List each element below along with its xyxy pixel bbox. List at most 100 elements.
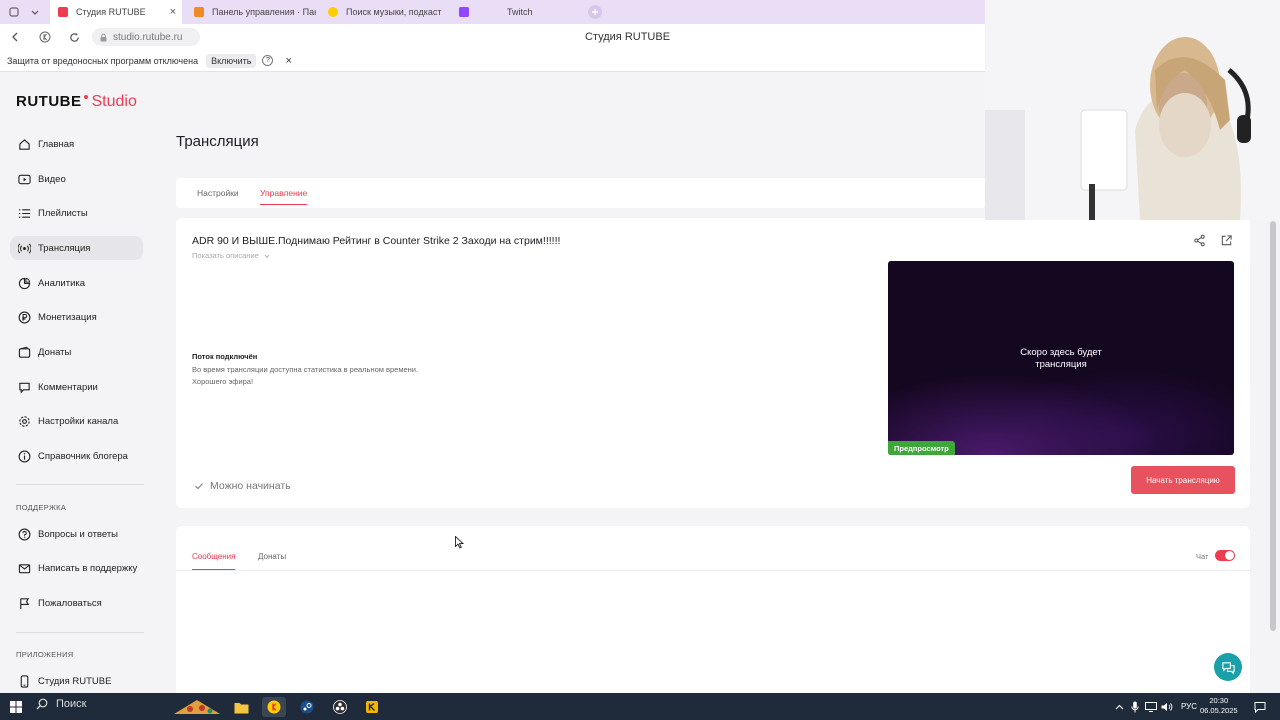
tab-twitch[interactable]: Twitch xyxy=(455,0,575,24)
steam-icon[interactable] xyxy=(297,697,317,717)
language-indicator[interactable]: РУС xyxy=(1181,702,1197,711)
broadcast-tabs: Настройки Управление xyxy=(176,178,986,208)
new-tab-plus-icon[interactable] xyxy=(588,5,602,19)
rutube-studio-logo[interactable]: RUTUBE Studio xyxy=(16,93,137,111)
page-title-text: Студия RUTUBE xyxy=(585,31,671,43)
tab-control-panel[interactable]: Панель управления · Пан xyxy=(188,0,316,24)
url-text: studio.rutube.ru xyxy=(113,31,183,43)
sidebar-item-label: Пожаловаться xyxy=(38,597,102,609)
clock-time: 20:30 xyxy=(1209,696,1229,705)
open-external-icon[interactable] xyxy=(1220,234,1234,248)
windows-start-icon[interactable] xyxy=(6,697,26,717)
checkmark-icon xyxy=(194,481,204,491)
tab-label: Twitch xyxy=(507,7,533,17)
notifications-icon[interactable] xyxy=(1250,697,1270,717)
support-chat-button[interactable] xyxy=(1214,653,1242,681)
app-k-icon[interactable] xyxy=(362,697,382,717)
sidebar-item-label: Плейлисты xyxy=(38,207,88,219)
sidebar-item-label: Справочник блогера xyxy=(38,450,128,462)
logo-product: Studio xyxy=(91,93,137,110)
broadcast-icon xyxy=(17,241,31,255)
clock-date: 06.05.2025 xyxy=(1200,706,1238,715)
tab-studio-rutube[interactable]: Студия RUTUBE × xyxy=(50,0,182,24)
webcam-overlay xyxy=(985,0,1280,220)
phone-icon xyxy=(17,674,31,688)
tab-donations[interactable]: Донаты xyxy=(258,552,286,561)
tab-settings[interactable]: Настройки xyxy=(197,188,239,198)
question-icon xyxy=(17,527,31,541)
start-broadcast-button[interactable]: Начать трансляцию xyxy=(1131,466,1235,494)
sidebar-item-label: Донаты xyxy=(38,346,72,358)
sidebar-item-write-support[interactable]: Написать в поддержку xyxy=(10,556,143,580)
tray-chevron-up-icon[interactable] xyxy=(1112,697,1126,717)
logo-dot xyxy=(83,95,88,99)
enable-protection-button[interactable]: Включить xyxy=(206,53,257,68)
widget-pizza-icon[interactable] xyxy=(170,697,224,717)
taskbar-search[interactable]: Поиск xyxy=(36,698,86,710)
sidebar-item-comments[interactable]: Комментарии xyxy=(10,375,143,399)
sidebar-item-label: Написать в поддержку xyxy=(38,562,138,574)
show-description-link[interactable]: Показать описание xyxy=(192,251,270,260)
network-icon[interactable] xyxy=(1144,697,1158,717)
reload-icon[interactable] xyxy=(67,30,81,44)
taskbar-search-label: Поиск xyxy=(56,698,87,710)
show-description-label: Показать описание xyxy=(192,251,259,260)
sidebar-item-analytics[interactable]: Аналитика xyxy=(10,271,143,295)
sidebar-item-broadcast[interactable]: Трансляция xyxy=(10,236,143,260)
close-infobar-icon[interactable]: × xyxy=(285,55,291,67)
tab-label: Поиск музыки, подкаст xyxy=(346,7,442,17)
tab-messages[interactable]: Сообщения xyxy=(192,552,236,570)
chat-tabs-divider xyxy=(176,570,1250,571)
microphone-icon[interactable] xyxy=(1128,697,1142,717)
yandex-icon[interactable] xyxy=(38,30,52,44)
sidebar-item-home[interactable]: Главная xyxy=(10,132,143,156)
url-field[interactable]: studio.rutube.ru xyxy=(92,28,200,46)
music-favicon-icon xyxy=(328,7,338,17)
preview-badge: Предпросмотр xyxy=(888,441,955,455)
sidebar-item-report[interactable]: Пожаловаться xyxy=(10,591,143,615)
page-title: Трансляция xyxy=(176,133,259,150)
tab-music-search[interactable]: Поиск музыки, подкаст xyxy=(322,0,446,24)
preview-text-line2: трансляция xyxy=(1035,359,1087,370)
help-question-icon[interactable]: ? xyxy=(262,55,274,66)
stream-status-greeting: Хорошего эфира! xyxy=(192,377,254,386)
infobar-text: Защита от вредоносных программ отключена xyxy=(7,55,199,66)
webcam-person-image xyxy=(985,0,1280,220)
sidebar-item-video[interactable]: Видео xyxy=(10,167,143,191)
flag-icon xyxy=(17,596,31,610)
tab-actions-icon[interactable] xyxy=(7,5,21,19)
twitch-favicon-icon xyxy=(459,7,469,17)
sidebar-item-donations[interactable]: Донаты xyxy=(10,340,143,364)
search-icon xyxy=(36,698,48,710)
chat-toggle[interactable] xyxy=(1215,550,1235,561)
file-explorer-icon[interactable] xyxy=(231,697,251,717)
sidebar-item-label: Монетизация xyxy=(38,311,97,323)
sidebar-item-label: Трансляция xyxy=(38,242,91,254)
taskbar-clock[interactable]: 20:30 06.05.2025 xyxy=(1200,696,1238,716)
stream-preview[interactable]: Скоро здесь будет трансляция Предпросмот… xyxy=(888,261,1234,455)
tab-list-chevron-icon[interactable] xyxy=(28,5,42,19)
ready-status: Можно начинать xyxy=(194,480,291,492)
stream-connected-title: Поток подключён xyxy=(192,352,258,361)
volume-icon[interactable] xyxy=(1160,697,1174,717)
back-arrow-icon[interactable] xyxy=(8,30,22,44)
tab-management[interactable]: Управление xyxy=(260,188,308,205)
sidebar-item-studio-app[interactable]: Студия RUTUBE xyxy=(10,669,143,693)
obs-icon[interactable] xyxy=(330,697,350,717)
sidebar-item-faq[interactable]: Вопросы и ответы xyxy=(10,522,143,546)
sidebar-item-playlists[interactable]: Плейлисты xyxy=(10,201,143,225)
panel-favicon-icon xyxy=(194,7,204,17)
page-scrollbar[interactable] xyxy=(1270,221,1276,631)
sidebar-item-blogger-guide[interactable]: Справочник блогера xyxy=(10,444,143,468)
logo-brand: RUTUBE xyxy=(16,93,82,110)
chevron-down-icon xyxy=(264,254,270,259)
yandex-browser-icon[interactable] xyxy=(262,697,286,717)
gear-icon xyxy=(17,414,31,428)
share-icon[interactable] xyxy=(1193,234,1207,248)
sidebar-item-channel-settings[interactable]: Настройки канала xyxy=(10,409,143,433)
sidebar-item-monetization[interactable]: Монетизация xyxy=(10,305,143,329)
sidebar-item-label: Настройки канала xyxy=(38,415,119,427)
close-tab-icon[interactable]: × xyxy=(170,6,182,18)
sidebar-divider xyxy=(16,484,144,485)
tab-label: Студия RUTUBE xyxy=(76,7,146,17)
